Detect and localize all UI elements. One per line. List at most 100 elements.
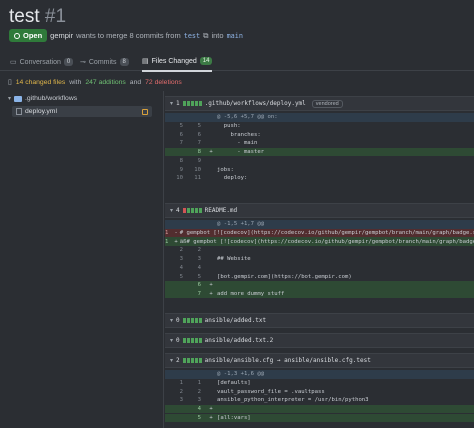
diffstat-block <box>194 338 198 343</box>
code-text: add more dummy stuff <box>217 290 285 297</box>
file-path[interactable]: ansible/added.txt <box>205 317 266 324</box>
author-link[interactable]: gempir <box>50 31 73 40</box>
line-number-new[interactable]: 5 <box>183 274 201 280</box>
status-badge: Open <box>9 29 48 42</box>
line-number-new[interactable]: 6 <box>183 282 201 288</box>
sidebar-toggle-icon[interactable]: ▯ <box>8 78 12 86</box>
code-text: jobs: <box>217 166 234 173</box>
line-number-new[interactable]: 10 <box>183 167 201 173</box>
diff-sign: - <box>174 230 178 237</box>
line-number-old[interactable]: 2 <box>165 247 183 253</box>
line-number-new[interactable]: 8 <box>183 149 201 155</box>
line-number-old[interactable]: 7 <box>165 140 183 146</box>
line-number-new[interactable]: 5 <box>183 415 201 421</box>
code-text: ansible_python_interpreter = /usr/bin/py… <box>217 397 369 404</box>
diffstat-block <box>194 101 198 106</box>
tree-folder-workflows[interactable]: ▾ .github/workflows <box>8 95 77 102</box>
diffstat-bar <box>182 101 202 106</box>
code-text: - master <box>217 149 265 156</box>
diff-line: 77 - main <box>165 139 474 148</box>
tab-files-changed[interactable]: ▤ Files Changed 14 <box>142 52 213 72</box>
code-text: # gempbot [![codecov](https://codecov.io… <box>179 230 474 237</box>
line-number-new[interactable]: 4 <box>183 265 201 271</box>
chevron-down-icon[interactable]: ▾ <box>170 100 173 107</box>
diff-line: 3 3 ansible_python_interpreter = /usr/bin/… <box>165 396 474 405</box>
line-number-old[interactable]: 5 <box>165 123 183 129</box>
diffstat-block <box>186 358 190 363</box>
chevron-down-icon[interactable]: ▾ <box>170 207 173 214</box>
diffstat-bar <box>182 208 202 213</box>
line-number-old[interactable]: 6 <box>165 132 183 138</box>
line-number-old[interactable]: 1 <box>165 380 183 386</box>
line-number-new[interactable]: 4 <box>183 406 201 412</box>
line-number-old[interactable]: 9 <box>165 167 183 173</box>
line-number-new[interactable]: 1 <box>183 380 201 386</box>
source-branch[interactable]: test <box>184 32 200 40</box>
line-number-new[interactable]: 5 <box>183 123 201 129</box>
line-number-new[interactable]: 6 <box>183 132 201 138</box>
line-number-new[interactable]: 3 <box>183 397 201 403</box>
chevron-down-icon[interactable]: ▾ <box>170 357 173 364</box>
target-branch[interactable]: main <box>227 32 243 40</box>
line-number-new[interactable]: 2 <box>183 389 201 395</box>
file-header[interactable]: ▾ 0 ansible/added.txt.2 <box>165 333 474 348</box>
line-number-old[interactable]: 2 <box>165 389 183 395</box>
chevron-down-icon[interactable]: ▾ <box>170 317 173 324</box>
copy-icon[interactable]: ⧉ <box>203 31 208 41</box>
diffstat-block <box>198 101 202 106</box>
into-text: into <box>211 31 224 40</box>
diffstat-block <box>194 318 198 323</box>
diffstat-block <box>182 208 186 213</box>
diff-line: 55 push: <box>165 122 474 131</box>
diffstat-bar <box>182 318 202 323</box>
pr-number: #1 <box>44 6 67 27</box>
tab-conversation[interactable]: ▭ Conversation 0 <box>10 54 74 70</box>
line-number-new[interactable]: 9 <box>183 158 201 164</box>
file-label: deploy.yml <box>25 108 57 115</box>
file-header[interactable]: ▾ 4 README.md <box>165 203 474 218</box>
file-header[interactable]: ▾ 1 .github/workflows/deploy.yml vendored <box>165 96 474 111</box>
diffstat-block <box>198 208 202 213</box>
line-number-new[interactable]: 2 <box>183 247 201 253</box>
line-number-new[interactable]: 7 <box>183 140 201 146</box>
diff-line: 22 <box>165 246 474 255</box>
line-number-old[interactable]: 1 <box>165 230 168 236</box>
line-number-old[interactable]: 5 <box>165 274 183 280</box>
line-number-old[interactable]: 4 <box>165 265 183 271</box>
tree-file-deploy[interactable]: deploy.yml <box>12 106 152 117</box>
diff-view: ▾ 1 .github/workflows/deploy.yml vendored @ … <box>165 91 474 428</box>
file-change-count: 4 <box>176 207 180 214</box>
file-path[interactable]: ansible/added.txt.2 <box>205 337 274 344</box>
hunk-header: @ -1,5 +1,7 @@ <box>165 220 474 229</box>
line-number-new[interactable]: 1 <box>165 239 168 245</box>
file-path[interactable]: .github/workflows/deploy.yml <box>205 100 306 107</box>
tab-commits[interactable]: ⊸ Commits 8 <box>80 54 129 70</box>
file-change-count: 0 <box>176 317 180 324</box>
diff-sign: + <box>174 238 178 245</box>
file-header[interactable]: ▾ 2 ansible/ansible.cfg → ansible/ansible.… <box>165 353 474 368</box>
code-text: [bot.gempir.com](https://bot.gempir.com) <box>217 273 352 280</box>
deletions-count: 72 deletions <box>145 78 182 86</box>
line-number-old[interactable]: 10 <box>165 175 183 181</box>
file-header[interactable]: ▾ 0 ansible/added.txt <box>165 313 474 328</box>
line-number-new[interactable]: 3 <box>183 256 201 262</box>
code-text: deploy: <box>217 175 248 182</box>
diff-line: 1 1 [defaults] <box>165 379 474 388</box>
file-path[interactable]: README.md <box>205 207 238 214</box>
diff-line: 1 + äß# gempbot [![codecov](https://codeco… <box>165 237 474 247</box>
file-path[interactable]: ansible/ansible.cfg → ansible/ansible.cf… <box>205 357 371 364</box>
tab-count: 8 <box>119 58 129 66</box>
line-number-old[interactable]: 3 <box>165 397 183 403</box>
line-number-old[interactable]: 8 <box>165 158 183 164</box>
diffstat-block <box>190 318 194 323</box>
diff-sign: + <box>209 406 213 413</box>
line-number-old[interactable]: 3 <box>165 256 183 262</box>
code-text: [defaults] <box>217 380 251 387</box>
diffstat-block <box>186 208 190 213</box>
line-number-new[interactable]: 11 <box>183 175 201 181</box>
line-number-new[interactable]: 7 <box>183 291 201 297</box>
diffstat-block <box>186 101 190 106</box>
file-change-count: 0 <box>176 337 180 344</box>
diff-line: 7 + add more dummy stuff <box>165 289 474 299</box>
chevron-down-icon[interactable]: ▾ <box>170 337 173 344</box>
